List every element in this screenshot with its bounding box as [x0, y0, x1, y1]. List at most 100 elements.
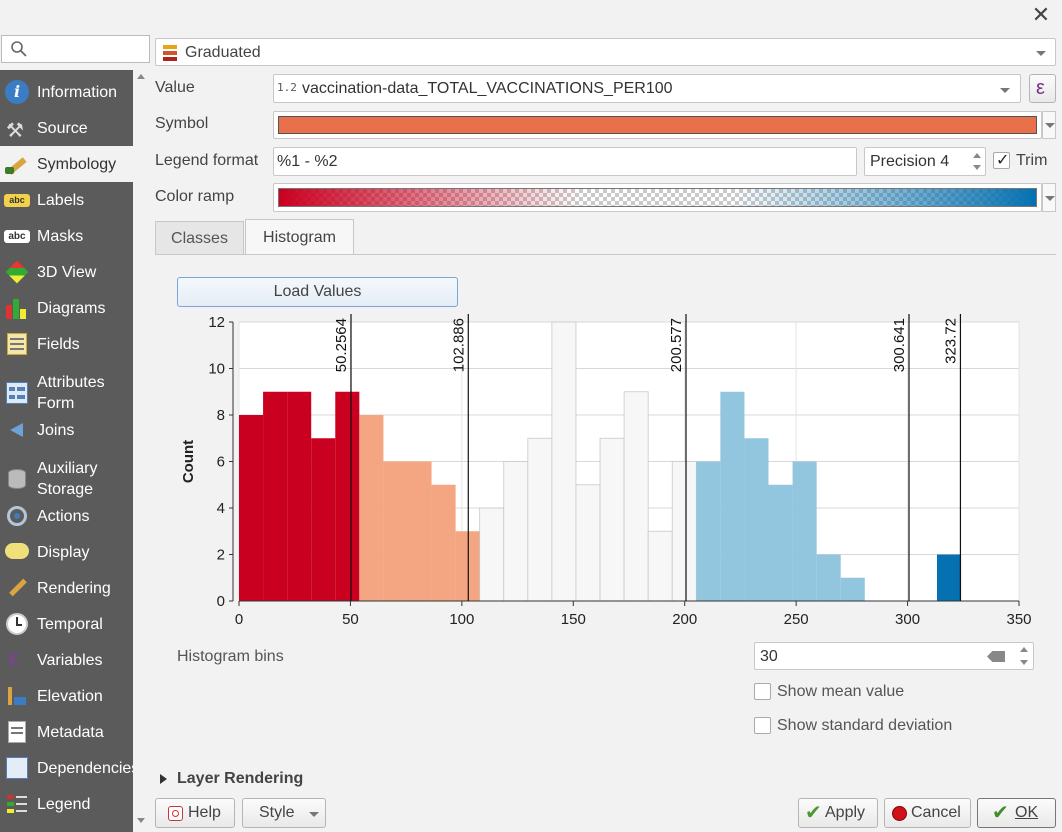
sidebar-item-diagrams[interactable]: Diagrams — [0, 290, 133, 326]
help-button[interactable]: Help — [155, 798, 235, 828]
histogram-bar — [575, 484, 601, 602]
histogram-chart: 0 2 4 6 8 10 12 0 50 100 150 200 250 300 350 Count 50.25… — [180, 314, 1032, 628]
tab-histogram[interactable]: Histogram — [245, 219, 354, 255]
histogram-bar — [263, 391, 288, 601]
sidebar-item-actions[interactable]: Actions — [0, 498, 133, 534]
x-tick-label: 300 — [895, 611, 920, 628]
cancel-button[interactable]: Cancel — [884, 798, 971, 828]
histogram-bar — [359, 415, 384, 601]
sidebar-item-elevation[interactable]: Elevation — [0, 678, 133, 714]
histogram-bins-spinbox[interactable]: 30 — [754, 642, 1034, 670]
legend-icon — [4, 791, 30, 817]
chevron-down-icon — [1045, 196, 1055, 201]
paintbrush-icon — [4, 151, 30, 177]
class-break-label: 323.72 — [942, 318, 959, 364]
sidebar-item-label: Variables — [37, 651, 103, 669]
sidebar-item-rendering[interactable]: Rendering — [0, 570, 133, 606]
chevron-down-icon — [1036, 51, 1046, 56]
close-icon[interactable]: ✕ — [1030, 4, 1052, 26]
style-label: Style — [259, 804, 295, 821]
sidebar-item-label: Masks — [37, 227, 84, 245]
sidebar-item-label: Fields — [37, 335, 80, 353]
histogram-bar — [696, 461, 721, 601]
sidebar-item-fields[interactable]: Fields — [0, 326, 133, 362]
sidebar-item-legend[interactable]: Legend — [0, 786, 133, 822]
sidebar-item-label: Metadata — [37, 723, 104, 741]
y-tick-label: 6 — [217, 454, 225, 471]
layer-rendering-header[interactable]: Layer Rendering — [177, 770, 303, 788]
sidebar-item-temporal[interactable]: Temporal — [0, 606, 133, 642]
x-tick-label: 200 — [672, 611, 697, 628]
sidebar-item-variables[interactable]: ε Variables — [0, 642, 133, 678]
color-ramp-menu-button[interactable] — [1042, 183, 1056, 212]
show-std-checkbox[interactable] — [754, 717, 771, 734]
sidebar-item-masks[interactable]: abc Masks — [0, 218, 133, 254]
show-mean-checkbox[interactable] — [754, 683, 771, 700]
show-mean-label: Show mean value — [777, 683, 905, 700]
color-ramp-button[interactable] — [273, 183, 1042, 212]
actions-icon — [4, 503, 30, 529]
sidebar-item-label: Display — [37, 543, 90, 561]
search-icon — [11, 41, 27, 57]
sidebar-item-label: Symbology — [37, 155, 117, 173]
chevron-down-icon — [309, 812, 319, 817]
sidebar-item-metadata[interactable]: Metadata — [0, 714, 133, 750]
histogram-bar — [335, 391, 360, 601]
trim-label: Trim — [1016, 152, 1048, 169]
clock-icon — [4, 611, 30, 637]
histogram-bar — [671, 461, 697, 602]
histogram-bar — [383, 461, 408, 601]
histogram-bar — [239, 415, 264, 601]
value-field-select[interactable]: 1.2 vaccination-data_TOTAL_VACCINATIONS_… — [273, 74, 1021, 103]
class-break-label: 50.2564 — [333, 318, 350, 372]
sidebar-item-3d-view[interactable]: 3D View — [0, 254, 133, 290]
tab-histogram-label: Histogram — [263, 228, 336, 246]
histogram-bins-label: Histogram bins — [177, 648, 284, 665]
help-label: Help — [188, 804, 221, 821]
sidebar-scrollbar[interactable] — [133, 70, 149, 832]
precision-spinbox[interactable]: Precision 4 — [864, 147, 986, 176]
trim-checkbox[interactable]: ✓ — [993, 152, 1010, 169]
sidebar-item-dependencies[interactable]: Dependencies — [0, 750, 133, 786]
info-icon: i — [4, 79, 30, 105]
color-ramp-label: Color ramp — [155, 188, 235, 205]
load-values-button[interactable]: Load Values — [177, 277, 458, 307]
legend-format-input[interactable]: %1 - %2 — [273, 147, 857, 176]
symbol-button[interactable] — [273, 111, 1042, 139]
tab-classes[interactable]: Classes — [155, 221, 244, 255]
sidebar-item-joins[interactable]: Joins — [0, 412, 133, 448]
spin-down-icon[interactable] — [1020, 660, 1028, 665]
style-button[interactable]: Style — [242, 798, 326, 828]
sidebar-item-information[interactable]: i Information — [0, 74, 133, 110]
x-tick-label: 350 — [1006, 611, 1031, 628]
symbol-label: Symbol — [155, 115, 209, 132]
ok-button[interactable]: ✔ OK — [977, 798, 1056, 828]
sidebar-item-labels[interactable]: abc Labels — [0, 182, 133, 218]
sidebar-item-label: Information — [37, 83, 118, 101]
sidebar-item-display[interactable]: Display — [0, 534, 133, 570]
legend-format-text: %1 - %2 — [277, 153, 338, 170]
apply-label: Apply — [825, 804, 866, 821]
sidebar: i Information ⚒ Source Symbology abc Labels abc… — [0, 70, 133, 832]
spin-up-icon[interactable] — [973, 153, 981, 158]
histogram-bar — [840, 577, 865, 601]
sidebar-item-symbology[interactable]: Symbology — [0, 146, 133, 182]
sidebar-item-source[interactable]: ⚒ Source — [0, 110, 133, 146]
sidebar-item-auxiliary-storage[interactable]: Auxiliary Storage — [0, 454, 133, 504]
expand-arrow-icon[interactable] — [160, 774, 167, 784]
elevation-icon — [4, 683, 30, 709]
sidebar-item-label: 3D View — [37, 263, 97, 281]
spin-up-icon[interactable] — [1020, 647, 1028, 652]
sidebar-item-attributes-form[interactable]: Attributes Form — [0, 368, 133, 418]
spin-down-icon[interactable] — [973, 165, 981, 170]
histogram-bar — [527, 437, 553, 602]
cancel-label: Cancel — [911, 804, 961, 821]
search-input[interactable] — [1, 35, 150, 63]
apply-button[interactable]: ✔ Apply — [798, 798, 878, 828]
clear-icon[interactable] — [987, 651, 1005, 662]
renderer-type-select[interactable]: Graduated — [155, 38, 1056, 66]
histogram-bar — [431, 484, 456, 601]
epsilon-icon: ε — [1036, 77, 1045, 99]
expression-button[interactable]: ε — [1029, 74, 1056, 103]
symbol-menu-button[interactable] — [1042, 111, 1056, 139]
